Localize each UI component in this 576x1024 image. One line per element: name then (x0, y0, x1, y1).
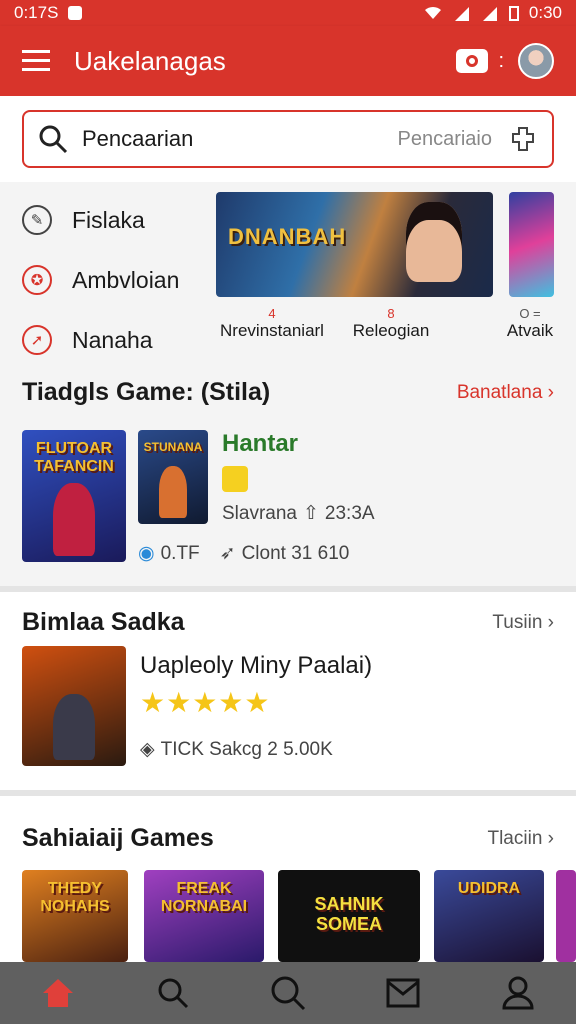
banner-character (406, 202, 462, 282)
banner-label-text: Nrevinstaniarl (220, 321, 324, 340)
nav-profile[interactable] (496, 971, 540, 1015)
game-tile[interactable] (556, 870, 576, 962)
tile-title: UDIDRA (457, 880, 521, 897)
nav-messages[interactable] (381, 971, 425, 1015)
banner-labels: 4 Nrevinstaniarl 8 Releogian O = Atvaik (216, 306, 576, 352)
home-icon (42, 979, 73, 1007)
category-label: Nanaha (72, 326, 153, 353)
search-input[interactable]: Pencaarian (82, 126, 397, 152)
game-meta: ◈ TICK Sakcg 2 5.00K (140, 738, 333, 761)
stat-text: 0.TF (160, 542, 200, 564)
tile-title: FLUTOAR TAFANCIN (34, 440, 114, 475)
section-title: Tiadgls Game: (Stila) (22, 378, 271, 406)
see-all-link[interactable]: Tlaciin › (487, 828, 554, 850)
category-item-ambvloian[interactable]: ✪ Ambvloian (22, 250, 202, 310)
menu-icon[interactable] (22, 49, 52, 73)
section-header: Bimlaa Sadka Tusiin › (22, 608, 554, 637)
banner-label-text: Atvaik (506, 321, 554, 340)
game-tile[interactable]: UDIDRA (434, 870, 544, 962)
tile-title: FREAK NORNABAI (160, 880, 248, 915)
user-icon (502, 976, 534, 1010)
app-title: Uakelanagas (74, 45, 226, 76)
wrench-icon: ✎ (22, 205, 52, 235)
meta-text: Slavrana (222, 502, 297, 524)
arrow-icon: ➚ (22, 325, 52, 355)
nav-explore[interactable] (266, 971, 310, 1015)
game-tile[interactable]: SAHNIK SOMEA (278, 870, 420, 962)
mail-icon (386, 978, 420, 1008)
banner-label-1[interactable]: 4 Nrevinstaniarl (216, 306, 328, 341)
category-label: Fislaka (72, 206, 145, 233)
steam-icon: ◉ (138, 543, 155, 564)
tile-title: SAHNIK SOMEA (314, 894, 384, 934)
avatar[interactable] (518, 43, 554, 79)
category-item-fislaka[interactable]: ✎ Fislaka (22, 190, 202, 250)
tile-title: THEDY NOHAHS (40, 880, 110, 915)
banner-label-text: Releogian (352, 321, 430, 340)
search-icon (39, 125, 68, 154)
stat-value: Clont 31 610 (241, 542, 350, 564)
section-header: Sahiaiaij Games Tlaciin › (22, 824, 554, 853)
up-icon: ⇧ (303, 503, 319, 524)
game-title[interactable]: Hantar (222, 430, 298, 458)
status-clock: 0:30 (528, 3, 562, 22)
tile-character (53, 483, 95, 556)
puzzle-icon[interactable] (508, 124, 538, 154)
status-time: 0:17S (14, 3, 59, 22)
game-badge-icon (222, 466, 248, 492)
game-tile[interactable]: STUNANA (138, 430, 208, 524)
game-tile[interactable]: FREAK NORNABAI (144, 870, 264, 962)
bottom-nav (0, 962, 576, 1024)
category-list: ✎ Fislaka ✪ Ambvloian ➚ Nanaha (22, 190, 202, 370)
search-icon (158, 978, 188, 1009)
wifi-icon (424, 6, 441, 19)
game-stats: ◉ 0.TF ➶ Clont 31 610 (138, 542, 349, 565)
banner-label-2[interactable]: 8 Releogian (346, 306, 436, 341)
camera-icon (466, 55, 479, 67)
game-tile[interactable]: FLUTOAR TAFANCIN (22, 430, 126, 562)
section-title: Sahiaiaij Games (22, 824, 214, 852)
target-icon: ✪ (22, 265, 52, 295)
meta-text: TICK Sakcg 2 5.00K (160, 738, 333, 760)
camera-button[interactable] (456, 49, 489, 73)
badge: 8 (387, 306, 395, 321)
tile-title: STUNANA (143, 440, 203, 454)
section-title: Bimlaa Sadka (22, 608, 185, 636)
signal-icon (454, 7, 469, 21)
tile-character (53, 694, 95, 760)
category-label: Ambvloian (72, 266, 180, 293)
search-placeholder: Pencariaio (397, 127, 492, 150)
battery-icon (508, 6, 519, 21)
game-meta: Slavrana ⇧ 23:3A (222, 502, 375, 525)
featured-banner-2[interactable] (509, 192, 554, 297)
see-all-link[interactable]: Banatlana › (457, 382, 554, 404)
diamond-icon: ◈ (140, 739, 155, 760)
section-header: Tiadgls Game: (Stila) Banatlana › (22, 378, 554, 407)
search-area: Pencaarian Pencariaio (0, 96, 576, 182)
game-title[interactable]: Uapleoly Miny Paalai) (140, 652, 372, 680)
notification-icon (68, 6, 83, 20)
badge: 4 (268, 306, 276, 321)
nav-home[interactable] (36, 971, 80, 1015)
signal-icon-2 (482, 7, 497, 21)
app-bar: Uakelanagas : (0, 26, 576, 96)
see-all-link[interactable]: Tusiin › (492, 612, 554, 634)
category-item-nanaha[interactable]: ➚ Nanaha (22, 310, 202, 370)
nav-search[interactable] (151, 971, 195, 1015)
more-icon[interactable]: : (498, 50, 504, 73)
banner-title: DNANBAH (228, 224, 347, 249)
search-bar[interactable]: Pencaarian Pencariaio (22, 110, 554, 168)
game-tile[interactable]: THEDY NOHAHS (22, 870, 128, 962)
banner-label-3[interactable]: O = Atvaik (500, 306, 560, 341)
search-icon (271, 976, 306, 1011)
tile-character (159, 466, 187, 518)
rating-stars: ★★★★★ (140, 687, 271, 718)
badge: O = (519, 306, 541, 321)
banner-carousel: DNANBAH (216, 192, 576, 300)
status-bar: 0:17S 0:30 (0, 0, 576, 26)
featured-banner[interactable]: DNANBAH (216, 192, 493, 297)
game-tile[interactable] (22, 646, 126, 766)
tag-icon: ➶ (219, 543, 236, 564)
meta-value: 23:3A (324, 502, 375, 524)
